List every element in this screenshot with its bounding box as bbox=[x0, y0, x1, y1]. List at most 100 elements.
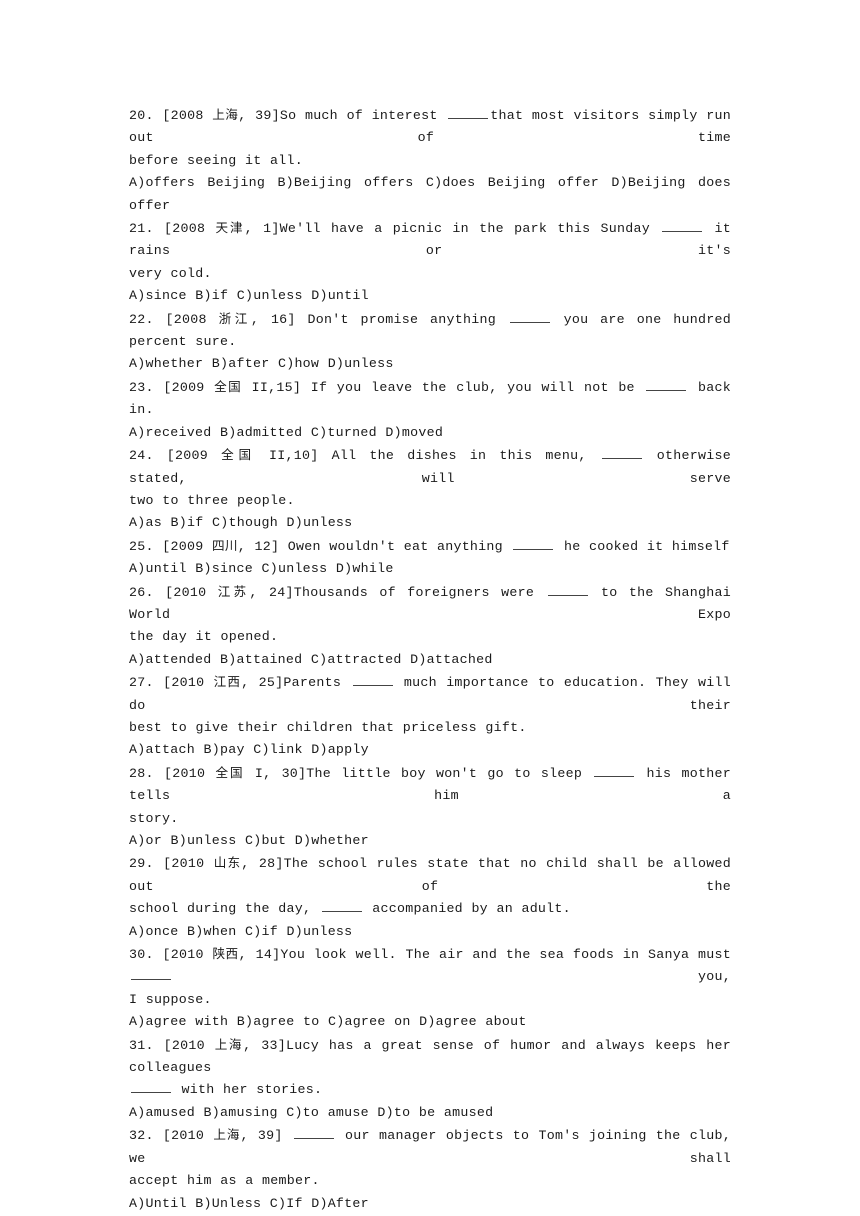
text-line: very cold. bbox=[129, 263, 731, 285]
text-line: A)attended B)attained C)attracted D)atta… bbox=[129, 649, 731, 671]
text-run: the day it opened. bbox=[129, 629, 279, 645]
text-run: accompanied by an adult. bbox=[363, 901, 571, 917]
exam-region-label: 全国 bbox=[221, 447, 256, 463]
text-run: A)Until B)Unless C)If D)After bbox=[129, 1195, 369, 1211]
exercise-body: 20. [2008 上海, 39]So much of interest tha… bbox=[129, 104, 731, 1216]
text-line: best to give their children that pricele… bbox=[129, 717, 731, 739]
text-run: A)until B)since C)unless D)while bbox=[129, 561, 394, 577]
text-run: , 25]Parents bbox=[241, 675, 351, 691]
text-line: 27. [2010 江西, 25]Parents much importance… bbox=[129, 671, 731, 717]
text-run: two to three people. bbox=[129, 492, 295, 508]
text-run: 27. [2010 bbox=[129, 675, 214, 691]
text-run: accept him as a member. bbox=[129, 1173, 320, 1189]
text-run: best to give their children that pricele… bbox=[129, 719, 527, 735]
text-run: before seeing it all. bbox=[129, 152, 303, 168]
exam-region-label: 浙江 bbox=[218, 310, 251, 326]
answer-blank bbox=[646, 378, 687, 391]
exam-region-label: 江苏 bbox=[217, 583, 250, 599]
exam-region-label: 全国 bbox=[214, 378, 243, 394]
exam-region-label: 四川 bbox=[212, 537, 238, 553]
answer-blank bbox=[662, 219, 703, 233]
text-run: you, bbox=[173, 969, 731, 985]
answer-blank bbox=[601, 446, 642, 460]
text-line: 22. [2008 浙江, 16] Don't promise anything… bbox=[129, 308, 731, 354]
text-run: 30. [2010 bbox=[129, 947, 213, 963]
answer-blank bbox=[352, 673, 393, 687]
text-run: A)since B)if C)unless D)until bbox=[129, 288, 369, 304]
exam-region-label: 山东 bbox=[213, 855, 242, 871]
text-run: with her stories. bbox=[173, 1082, 323, 1098]
answer-blank bbox=[448, 106, 489, 119]
text-line: 26. [2010 江苏, 24]Thousands of foreigners… bbox=[129, 581, 731, 627]
answer-blank bbox=[321, 899, 362, 913]
answer-blank bbox=[594, 764, 635, 777]
text-line: with her stories. bbox=[129, 1079, 731, 1101]
text-line: 30. [2010 陕西, 14]You look well. The air … bbox=[129, 943, 731, 989]
text-line: A)offers Beijing B)Beijing offers C)does… bbox=[129, 172, 731, 194]
document-page: 20. [2008 上海, 39]So much of interest tha… bbox=[0, 0, 860, 1216]
text-line: A)amused B)amusing C)to amuse D)to be am… bbox=[129, 1102, 731, 1124]
exam-region-label: 上海 bbox=[214, 1036, 244, 1052]
exam-region-label: 江西 bbox=[213, 674, 242, 690]
text-line: I suppose. bbox=[129, 989, 731, 1011]
text-run: he cooked it himself bbox=[555, 538, 730, 554]
text-line: 32. [2010 上海, 39] our manager objects to… bbox=[129, 1124, 731, 1170]
text-run: I suppose. bbox=[129, 991, 212, 1007]
answer-blank bbox=[131, 967, 171, 981]
text-run: A)or B)unless C)but D)whether bbox=[129, 833, 369, 848]
text-line: 23. [2009 全国 II,15] If you leave the clu… bbox=[129, 376, 731, 422]
text-run: , 16] Don't promise anything bbox=[250, 311, 508, 327]
text-run: , 12] Owen wouldn't eat anything bbox=[237, 538, 512, 554]
text-run: 25. [2009 bbox=[129, 538, 212, 554]
text-run: 31. [2010 bbox=[129, 1037, 215, 1053]
text-line: 20. [2008 上海, 39]So much of interest tha… bbox=[129, 104, 731, 150]
text-run: 23. [2009 bbox=[129, 379, 215, 395]
text-run: A)offers Beijing B)Beijing offers C)does… bbox=[129, 175, 731, 191]
text-run: , 1]We'll have a picnic in the park this… bbox=[244, 221, 661, 237]
text-run: I, 30]The little boy won't go to sleep bbox=[244, 765, 593, 781]
text-line: A)since B)if C)unless D)until bbox=[129, 285, 731, 307]
text-line: A)Until B)Unless C)If D)After bbox=[129, 1193, 731, 1215]
text-line: 28. [2010 全国 I, 30]The little boy won't … bbox=[129, 762, 731, 808]
answer-blank bbox=[131, 1080, 171, 1094]
text-line: 31. [2010 上海, 33]Lucy has a great sense … bbox=[129, 1034, 731, 1080]
text-line: the day it opened. bbox=[129, 626, 731, 648]
exam-region-label: 陕西 bbox=[212, 946, 239, 962]
text-run: A)agree with B)agree to C)agree on D)agr… bbox=[129, 1014, 527, 1030]
text-line: A)until B)since C)unless D)while bbox=[129, 558, 731, 580]
text-run: 28. [2010 bbox=[129, 765, 216, 781]
exam-region-label: 上海 bbox=[212, 107, 239, 122]
text-line: 25. [2009 四川, 12] Owen wouldn't eat anyt… bbox=[129, 535, 731, 558]
text-run: A)amused B)amusing C)to amuse D)to be am… bbox=[129, 1104, 494, 1120]
answer-blank bbox=[293, 1126, 334, 1140]
text-run: 21. [2008 bbox=[129, 221, 216, 237]
text-line: before seeing it all. bbox=[129, 150, 731, 172]
text-run: 22. [2008 bbox=[129, 311, 219, 327]
exam-region-label: 全国 bbox=[215, 764, 245, 780]
text-line: A)once B)when C)if D)unless bbox=[129, 921, 731, 943]
text-line: offer bbox=[129, 195, 731, 217]
text-run: A)once B)when C)if D)unless bbox=[129, 923, 353, 939]
text-run: 29. [2010 bbox=[129, 856, 214, 872]
text-run: very cold. bbox=[129, 265, 212, 281]
exam-region-label: 天津 bbox=[215, 220, 245, 236]
text-line: two to three people. bbox=[129, 490, 731, 512]
text-line: school during the day, accompanied by an… bbox=[129, 898, 731, 920]
text-line: A)agree with B)agree to C)agree on D)agr… bbox=[129, 1011, 731, 1033]
text-line: story. bbox=[129, 808, 731, 830]
text-run: 24. [2009 bbox=[129, 448, 222, 464]
text-line: A)whether B)after C)how D)unless bbox=[129, 353, 731, 375]
text-run: II,10] All the dishes in this menu, bbox=[255, 448, 600, 464]
text-run: , 39]So much of interest bbox=[238, 108, 447, 123]
text-run: A)whether B)after C)how D)unless bbox=[129, 356, 394, 372]
text-run: school during the day, bbox=[129, 901, 320, 917]
text-run: A)received B)admitted C)turned D)moved bbox=[129, 424, 444, 440]
text-line: A)received B)admitted C)turned D)moved bbox=[129, 422, 731, 444]
text-run: offer bbox=[129, 197, 171, 213]
text-line: A)attach B)pay C)link D)apply bbox=[129, 739, 731, 761]
exam-region-label: 上海 bbox=[213, 1127, 241, 1143]
text-line: A)or B)unless C)but D)whether bbox=[129, 830, 731, 852]
text-run: story. bbox=[129, 810, 179, 826]
answer-blank bbox=[513, 536, 554, 550]
text-run: A)attach B)pay C)link D)apply bbox=[129, 742, 369, 758]
